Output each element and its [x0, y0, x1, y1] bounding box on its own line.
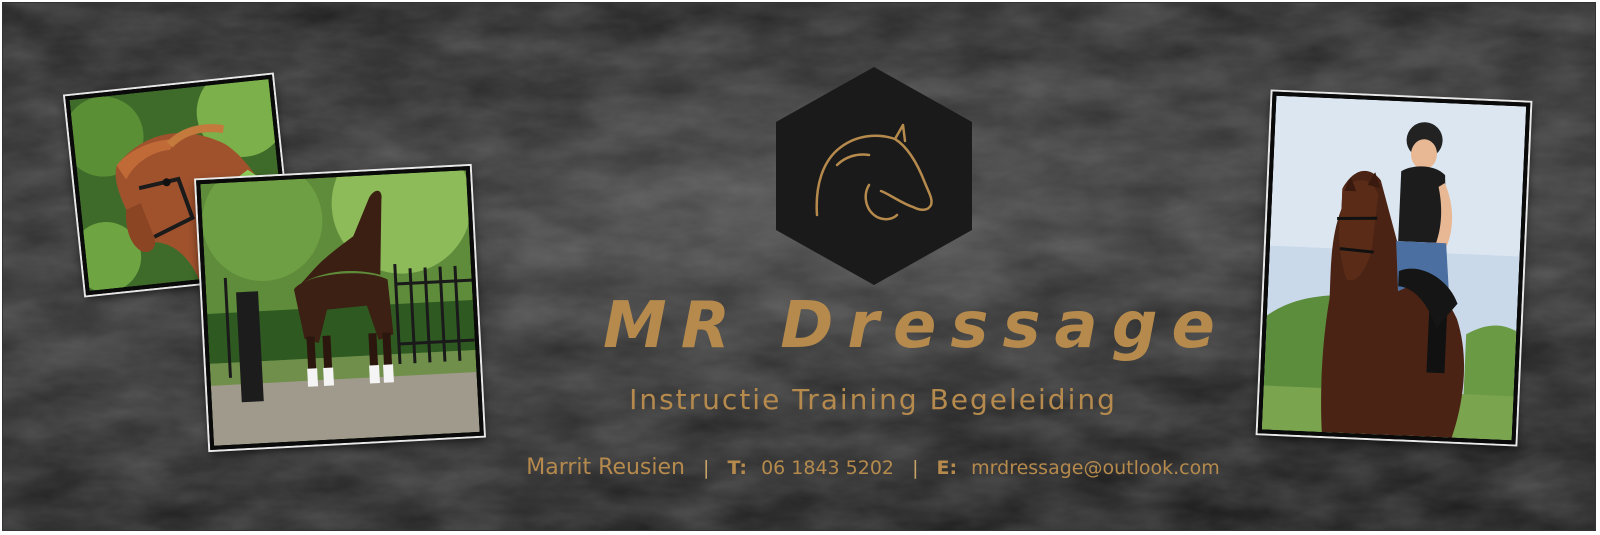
- logo: [776, 67, 972, 285]
- bay-horse-photo: [196, 166, 484, 450]
- phone-number: 06 1843 5202: [761, 457, 895, 479]
- phone-label: T:: [727, 457, 748, 479]
- brand-title: MR Dressage: [603, 289, 1229, 363]
- rider-photo: [1257, 91, 1531, 445]
- header-banner: MR Dressage Instructie Training Begeleid…: [2, 2, 1596, 531]
- email-address: mrdressage@outlook.com: [971, 457, 1220, 479]
- brand-tagline: Instructie Training Begeleiding: [629, 383, 1117, 416]
- contact-name: Marrit Reusien: [526, 455, 685, 480]
- email-label: E:: [936, 457, 958, 479]
- contact-separator: |: [912, 457, 919, 479]
- contact-separator: |: [703, 457, 710, 479]
- contact-line: Marrit Reusien | T: 06 1843 5202 | E: mr…: [523, 455, 1223, 480]
